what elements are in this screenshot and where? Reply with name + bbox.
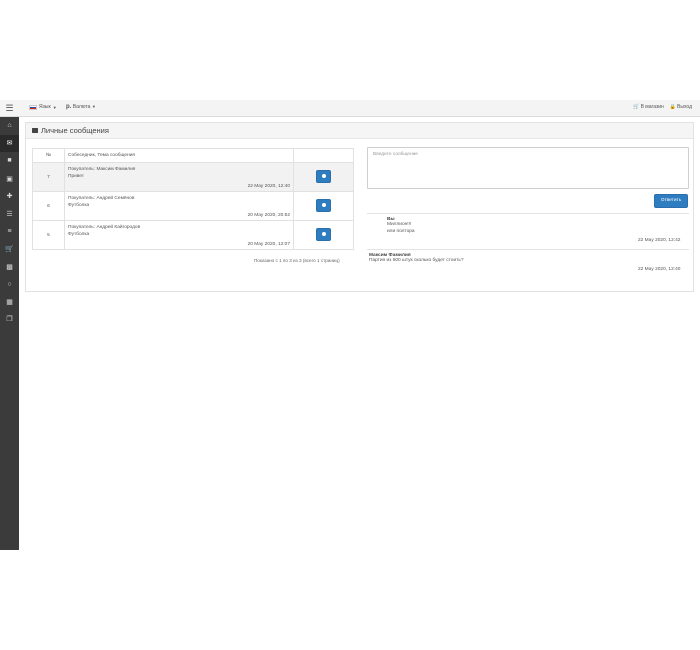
cart-icon: 🛒 <box>5 245 14 253</box>
reply-button[interactable]: Ответить <box>654 194 688 208</box>
pagination-text: Показано с 1 по 3 из 3 (всего 1 страниц) <box>254 258 340 263</box>
view-conversation-button[interactable] <box>316 198 331 212</box>
language-dropdown[interactable]: Язык ▼ <box>29 104 57 110</box>
row-number: 7 <box>32 162 65 192</box>
table-row[interactable]: 5 Покупатель: Андрей Кайгородов Футболка… <box>32 220 354 250</box>
currency-label: Валюта <box>72 104 91 110</box>
money-icon: ▦ <box>6 298 13 306</box>
table-row[interactable]: 7 Покупатель: Максим Фамилия Привет 22 M… <box>32 162 354 192</box>
sidebar-item-contacts[interactable]: ■ <box>0 152 19 170</box>
plus-icon: ✚ <box>6 193 13 201</box>
message-input[interactable]: Введите сообщение <box>367 147 689 189</box>
message-item: Вы Миллион!!! или полтора <box>387 217 415 235</box>
app-window: ☰ Язык ▼ р. Валюта ▼ 🛒 В магазин 🔒 Выход… <box>0 100 700 550</box>
address-book-icon: ■ <box>7 157 12 165</box>
cart-icon: 🛒 <box>633 104 640 110</box>
message-date: 22 May 2020, 12:42 <box>638 238 681 243</box>
currency-symbol: р. <box>66 104 72 110</box>
list-icon: ☰ <box>6 210 13 218</box>
chart-icon: ▩ <box>6 263 13 271</box>
row-date: 20 May 2020, 20:52 <box>247 213 290 218</box>
row-number: 6 <box>32 191 65 221</box>
sidebar-item-add[interactable]: ✚ <box>0 187 19 205</box>
list-alt-icon: ≡ <box>7 227 12 235</box>
sidebar-item-comments[interactable]: ○ <box>0 275 19 293</box>
menu-toggle-icon[interactable]: ☰ <box>0 100 19 117</box>
language-label: Язык <box>39 104 51 110</box>
table-header-row: № Собеседник, Тема сообщения <box>32 148 354 163</box>
currency-dropdown[interactable]: р. Валюта ▼ <box>66 104 96 110</box>
sidebar-item-orders[interactable]: 🛒 <box>0 240 19 258</box>
sidebar-item-list[interactable]: ☰ <box>0 205 19 223</box>
row-date: 20 May 2020, 12:07 <box>247 242 290 247</box>
messages-panel: Личные сообщения № Собеседник, Тема сооб… <box>25 122 694 292</box>
view-conversation-button[interactable] <box>316 227 331 241</box>
top-links: 🛒 В магазин 🔒 Выход <box>633 104 692 110</box>
column-subject: Собеседник, Тема сообщения <box>64 148 294 163</box>
top-header: ☰ Язык ▼ р. Валюта ▼ 🛒 В магазин 🔒 Выход <box>0 100 700 117</box>
comments-icon: ○ <box>7 280 12 288</box>
row-subject: Футболка <box>68 231 90 237</box>
row-subject: Привет <box>68 173 84 179</box>
message-date: 22 May 2020, 12:40 <box>638 267 681 272</box>
caret-down-icon: ▼ <box>91 104 96 109</box>
divider <box>367 213 689 214</box>
sidebar-item-messages[interactable]: ✉ <box>0 134 19 153</box>
row-number: 5 <box>32 220 65 250</box>
row-actions <box>293 191 354 221</box>
envelope-icon: ✉ <box>6 140 13 148</box>
row-date: 22 May 2020, 12:40 <box>247 184 290 189</box>
shop-link[interactable]: 🛒 В магазин <box>633 104 663 110</box>
sidebar-item-list-alt[interactable]: ≡ <box>0 223 19 241</box>
copy-icon: ❐ <box>6 316 13 324</box>
panel-heading: Личные сообщения <box>26 123 693 139</box>
column-actions <box>293 148 354 163</box>
column-number: № <box>32 148 65 163</box>
panel-title: Личные сообщения <box>41 126 109 135</box>
sidebar: ⌂ ✉ ■ ▣ ✚ ☰ ≡ 🛒 ▩ ○ ▦ ❐ <box>0 117 19 550</box>
home-icon: ⌂ <box>7 122 12 130</box>
sidebar-item-copy[interactable]: ❐ <box>0 311 19 329</box>
divider <box>367 249 689 250</box>
sidebar-item-profile[interactable]: ▣ <box>0 170 19 188</box>
row-actions <box>293 220 354 250</box>
row-subject: Футболка <box>68 202 90 208</box>
row-info: Покупатель: Андрей Кайгородов Футболка 2… <box>64 220 294 250</box>
envelope-icon <box>32 128 38 133</box>
logout-link[interactable]: 🔒 Выход <box>670 104 692 110</box>
view-conversation-button[interactable] <box>316 169 331 183</box>
table-row[interactable]: 6 Покупатель: Андрей Семёнов Футболка 20… <box>32 191 354 221</box>
lock-icon: 🔒 <box>669 104 677 110</box>
message-line: или полтора <box>387 228 415 234</box>
sidebar-item-payments[interactable]: ▦ <box>0 293 19 311</box>
caret-down-icon: ▼ <box>52 104 57 110</box>
row-actions <box>293 162 354 192</box>
id-card-icon: ▣ <box>6 175 13 183</box>
logout-link-label: Выход <box>677 104 692 110</box>
message-line: Миллион!!! <box>387 222 412 227</box>
sidebar-item-reports[interactable]: ▩ <box>0 258 19 276</box>
message-line: Партия из 500 штук сколько будет стоить? <box>369 258 464 263</box>
russia-flag-icon <box>29 104 37 110</box>
row-info: Покупатель: Андрей Семёнов Футболка 20 M… <box>64 191 294 221</box>
shop-link-label: В магазин <box>640 104 664 110</box>
sidebar-item-home[interactable]: ⌂ <box>0 117 19 135</box>
message-item: Максим Фамилия Партия из 500 штук скольк… <box>369 253 464 265</box>
row-info: Покупатель: Максим Фамилия Привет 22 May… <box>64 162 294 192</box>
conversations-table: № Собеседник, Тема сообщения 7 Покупател… <box>32 148 354 250</box>
